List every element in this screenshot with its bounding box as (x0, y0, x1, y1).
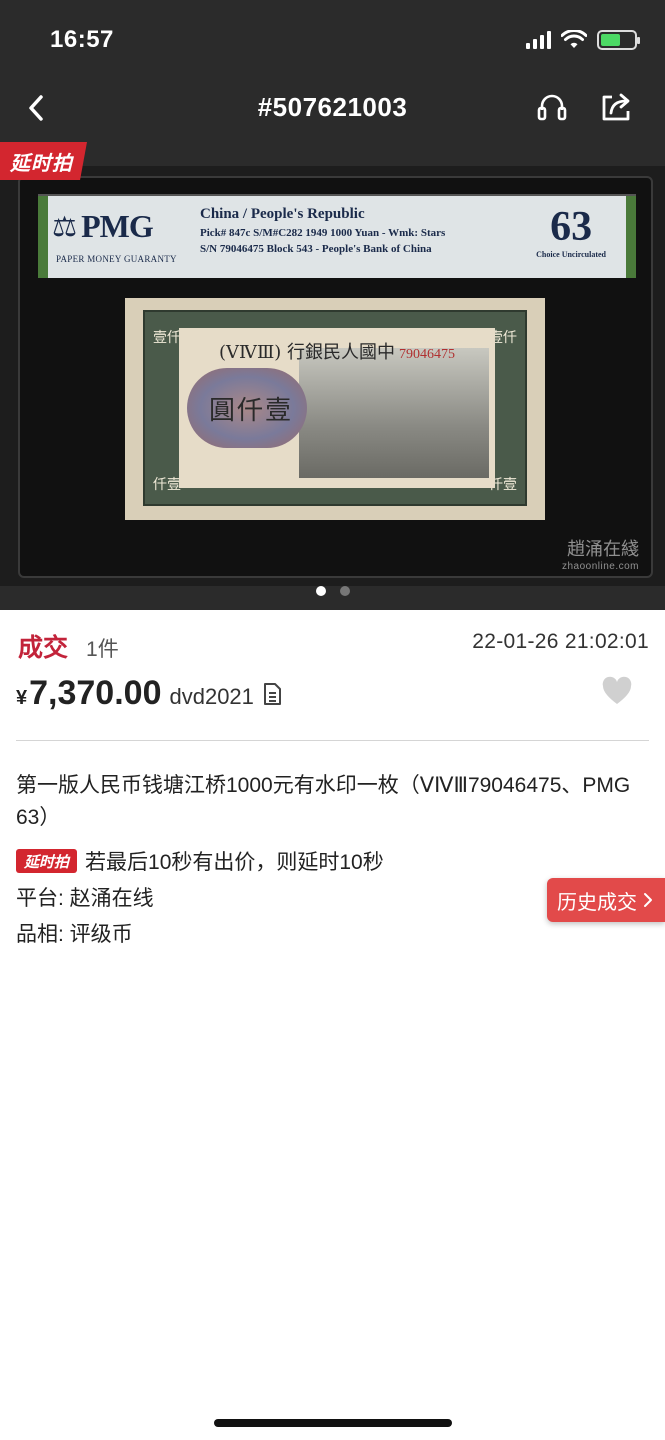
condition-info: 品相: 评级币 (16, 923, 133, 946)
divider (16, 740, 649, 741)
item-title: 第一版人民币钱塘江桥1000元有水印一枚（ⅤⅣⅢ79046475、PMG 63） (16, 774, 631, 829)
timed-rule-row: 延时拍 若最后10秒有出价，则延时10秒 (16, 846, 384, 876)
seller-name[interactable]: dvd2021 (169, 684, 253, 710)
watermark: 趙涌在綫 zhaoonline.com (561, 539, 639, 572)
bridge-scene (299, 348, 489, 478)
denomination-text: 圓仟壹 (209, 396, 294, 426)
platform-info: 平台: 赵涌在线 (16, 887, 154, 910)
status-icons (526, 30, 640, 50)
timed-auction-badge: 延时拍 (16, 849, 78, 873)
chevron-right-icon (644, 893, 652, 907)
carousel-dot-1[interactable] (315, 586, 326, 596)
share-button[interactable] (596, 88, 636, 128)
home-indicator (214, 1419, 452, 1427)
banknote-photo[interactable]: ⚖ PMG PAPER MONEY GUARANTY China / Peopl… (0, 166, 665, 586)
history-deals-button[interactable]: 历史成交 (547, 878, 665, 922)
deal-status-row: 成交 1件 (18, 628, 119, 664)
graded-slab: ⚖ PMG PAPER MONEY GUARANTY China / Peopl… (18, 176, 653, 578)
deal-time: 22-01-26 21:02:01 (472, 630, 649, 653)
pmg-logo: ⚖ PMG (52, 208, 154, 244)
pmg-subtitle: PAPER MONEY GUARANTY (56, 254, 177, 264)
share-icon (602, 93, 630, 121)
history-deals-label: 历史成交 (557, 891, 637, 914)
carousel-dots (0, 586, 665, 596)
carousel-dot-2[interactable] (339, 586, 350, 596)
serial-number: 79046475 (399, 347, 456, 362)
image-carousel[interactable]: ⚖ PMG PAPER MONEY GUARANTY China / Peopl… (0, 142, 665, 610)
quantity: 1件 (86, 638, 119, 661)
banknote: 壹仟 壹仟 仟壹 仟壹 圓仟壹 (ⅤⅣⅢ) 行銀民人國中 79046475 (125, 298, 545, 520)
grade-box: 63 Choice Uncirculated (536, 206, 606, 259)
scales-icon: ⚖ (52, 210, 78, 242)
wifi-icon (561, 30, 587, 48)
grade-number: 63 (550, 204, 593, 250)
pmg-label: ⚖ PMG PAPER MONEY GUARANTY China / Peopl… (38, 194, 636, 278)
timed-rule-text: 若最后10秒有出价，则延时10秒 (85, 851, 384, 874)
bank-name: (ⅤⅣⅢ) 行銀民人國中 79046475 (218, 342, 456, 363)
final-price: ¥7,370.00 (16, 674, 162, 712)
deal-status: 成交 (18, 634, 69, 662)
favorite-heart-icon[interactable] (601, 676, 633, 706)
timed-auction-tag: 延时拍 (0, 142, 87, 180)
price-row: ¥7,370.00 dvd2021 (16, 674, 282, 713)
customer-service-button[interactable] (532, 88, 572, 128)
cellular-signal-icon (526, 31, 551, 49)
nav-bar: #507621003 (0, 80, 665, 136)
label-text: China / People's Republic Pick# 847c S/M… (200, 206, 446, 255)
battery-icon (597, 30, 640, 50)
grade-description: Choice Uncirculated (536, 250, 606, 259)
status-bar: 16:57 (0, 0, 665, 80)
status-time: 16:57 (50, 26, 114, 53)
headset-icon (537, 94, 567, 121)
document-icon[interactable] (262, 682, 282, 706)
